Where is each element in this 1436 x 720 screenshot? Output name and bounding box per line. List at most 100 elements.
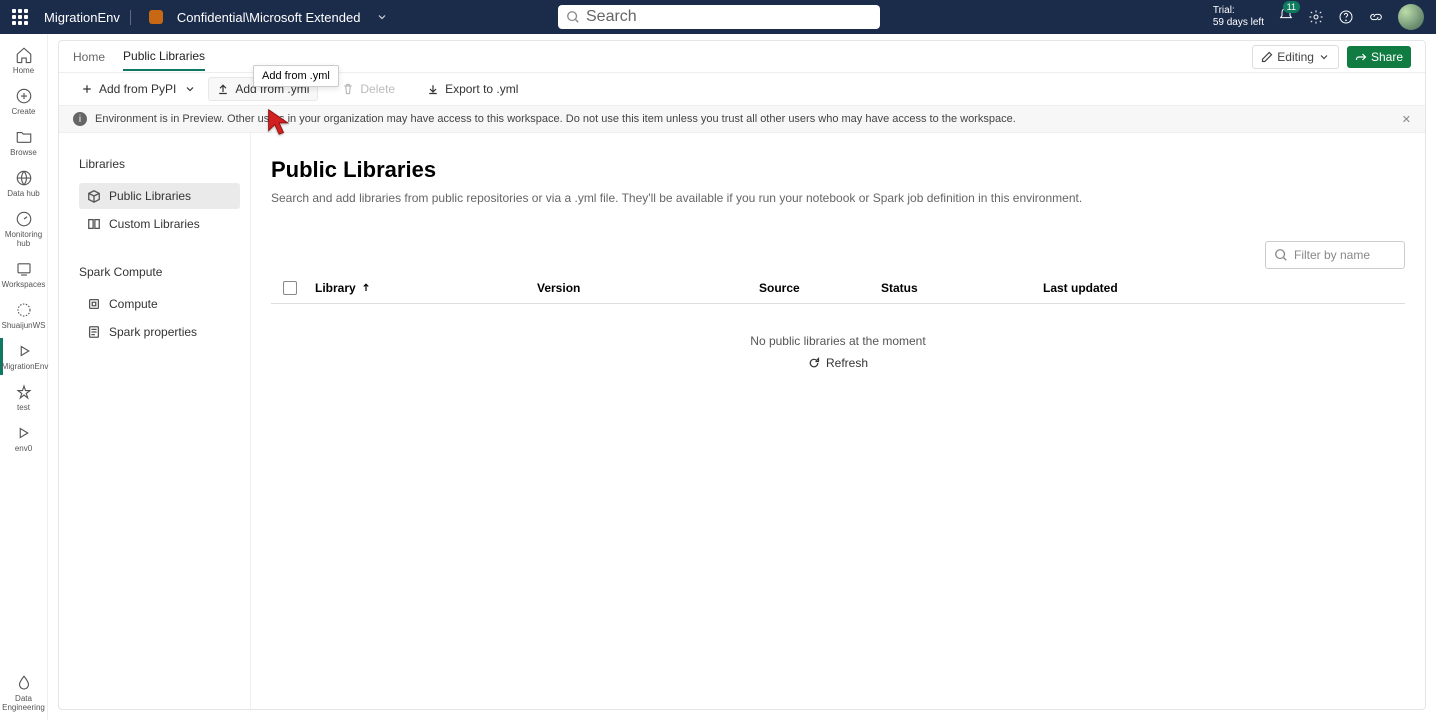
main-content: Public Libraries Search and add librarie… [251,133,1425,709]
trial-label: Trial: [1213,5,1264,17]
download-icon [427,83,439,95]
col-last-updated[interactable]: Last updated [1043,281,1393,295]
rail-datahub[interactable]: Data hub [0,165,47,202]
share-label: Share [1371,50,1403,64]
banner-text: Environment is in Preview. Other users i… [95,113,1016,125]
rail-browse[interactable]: Browse [0,124,47,161]
delete-button: Delete [334,78,403,100]
col-status[interactable]: Status [881,281,1031,295]
main-frame: Home Public Libraries Add from .yml Edit… [58,40,1426,710]
notification-badge: 11 [1283,1,1300,13]
notifications-button[interactable]: 11 [1278,7,1294,28]
editing-label: Editing [1277,50,1314,64]
org-breadcrumb[interactable]: Confidential\Microsoft Extended [177,10,361,25]
rail-label: Home [13,66,34,75]
rail-home[interactable]: Home [0,42,47,79]
sp-label: Spark properties [109,325,197,339]
sp-group-spark: Spark Compute [79,265,240,279]
sp-label: Compute [109,297,158,311]
editing-button[interactable]: Editing [1252,45,1339,69]
avatar[interactable] [1398,4,1424,30]
plus-icon [81,83,93,95]
waffle-icon[interactable] [12,9,28,25]
rail-label: Monitoring hub [0,230,47,248]
col-library-label: Library [315,281,356,295]
select-all-checkbox[interactable] [283,281,297,295]
sp-compute[interactable]: Compute [79,291,240,317]
sp-spark-properties[interactable]: Spark properties [79,319,240,345]
chevron-down-icon [184,83,196,95]
filter-placeholder: Filter by name [1294,248,1370,262]
upload-icon [217,83,229,95]
rail-migrationenv[interactable]: MigrationEnv [0,338,47,375]
trash-icon [342,83,354,95]
help-icon[interactable] [1338,9,1354,25]
env-name[interactable]: MigrationEnv [38,10,131,25]
export-yml-button[interactable]: Export to .yml [419,78,526,100]
search-placeholder: Search [586,8,637,26]
rail-test[interactable]: test [0,379,47,416]
rail-shuaijunws[interactable]: ShuaijunWS [0,297,47,334]
org-logo-icon [149,10,163,24]
export-yml-label: Export to .yml [445,82,518,96]
page-description: Search and add libraries from public rep… [271,191,1405,205]
rail-label: ShuaijunWS [1,321,45,330]
add-pypi-label: Add from PyPI [99,82,176,96]
left-rail: Home Create Browse Data hub Monitoring h… [0,34,48,720]
empty-state: No public libraries at the moment Refres… [271,304,1405,402]
filter-input[interactable]: Filter by name [1265,241,1405,269]
info-banner: i Environment is in Preview. Other users… [59,106,1425,133]
empty-text: No public libraries at the moment [271,334,1405,348]
rail-workspaces[interactable]: Workspaces [0,256,47,293]
sp-label: Custom Libraries [109,217,200,231]
rail-monitoring[interactable]: Monitoring hub [0,206,47,252]
chevron-down-icon[interactable] [376,11,388,23]
page-title: Public Libraries [271,157,1405,183]
tooltip: Add from .yml [253,65,339,87]
tab-public-libraries[interactable]: Public Libraries [123,43,205,71]
rail-data-engineering[interactable]: Data Engineering [0,670,47,720]
refresh-button[interactable]: Refresh [808,356,868,370]
grid-header: Library Version Source Status Last updat… [271,273,1405,304]
settings-icon[interactable] [1308,9,1324,25]
tab-home[interactable]: Home [73,44,105,70]
share-button[interactable]: Share [1347,46,1411,68]
custom-icon [87,217,101,231]
rail-label: Data Engineering [0,694,47,712]
link-icon[interactable] [1368,9,1384,25]
search-input[interactable]: Search [558,5,880,29]
sp-custom-libraries[interactable]: Custom Libraries [79,211,240,237]
col-version[interactable]: Version [537,281,747,295]
close-banner-button[interactable]: ✕ [1402,113,1411,126]
refresh-icon [808,357,820,369]
rail-env0[interactable]: env0 [0,420,47,457]
rail-create[interactable]: Create [0,83,47,120]
share-icon [1355,51,1367,63]
tabs-row: Home Public Libraries Add from .yml Edit… [59,41,1425,73]
col-library[interactable]: Library [315,281,525,295]
rail-label: Workspaces [2,280,46,289]
rail-label: test [17,403,30,412]
rail-label: Data hub [7,189,39,198]
search-icon [1274,248,1288,262]
side-panel: Libraries Public Libraries Custom Librar… [59,133,251,709]
sort-asc-icon [360,282,372,294]
sp-public-libraries[interactable]: Public Libraries [79,183,240,209]
rail-label: MigrationEnv [2,362,49,371]
compute-icon [87,297,101,311]
sp-label: Public Libraries [109,189,191,203]
col-source[interactable]: Source [759,281,869,295]
trial-status: Trial: 59 days left [1213,5,1264,29]
search-icon [566,10,580,24]
rail-label: Browse [10,148,37,157]
rail-label: Create [11,107,35,116]
add-from-pypi-button[interactable]: Add from PyPI [73,78,204,100]
sp-group-libraries: Libraries [79,157,240,171]
package-icon [87,189,101,203]
properties-icon [87,325,101,339]
rail-label: env0 [15,444,32,453]
delete-label: Delete [360,82,395,96]
cursor-pointer-overlay [266,108,294,136]
trial-days: 59 days left [1213,17,1264,29]
chevron-down-icon [1318,51,1330,63]
